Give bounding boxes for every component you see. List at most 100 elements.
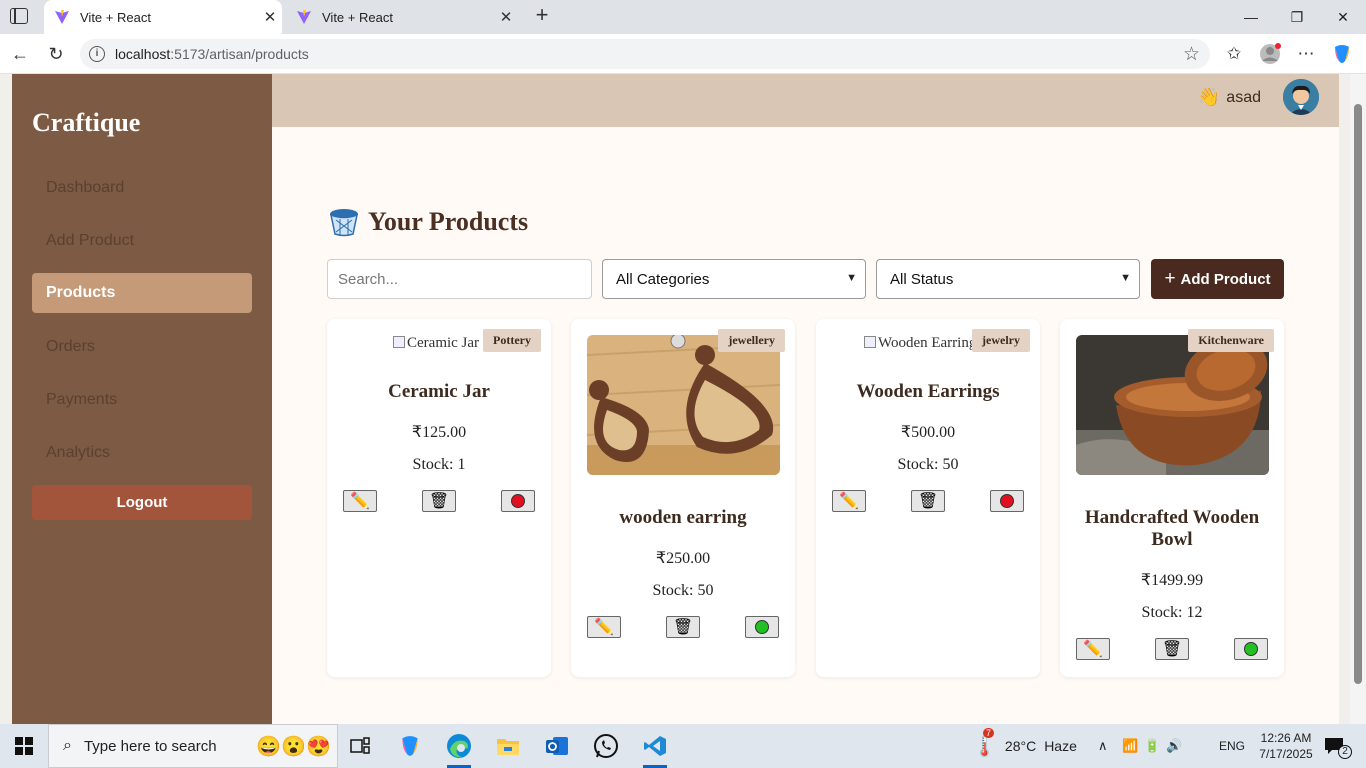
- product-name: Wooden Earrings: [856, 381, 1000, 402]
- favorites-icon[interactable]: ✩: [1222, 42, 1246, 66]
- emoji-search-highlight-icon: 😄😮😍: [256, 735, 331, 758]
- category-badge: Pottery: [483, 329, 541, 352]
- category-badge: jewellery: [718, 329, 785, 352]
- whatsapp-icon[interactable]: [590, 730, 622, 762]
- restore-icon[interactable]: ❐: [1274, 0, 1320, 34]
- status-filter-select[interactable]: All Status ▼: [876, 259, 1140, 299]
- sidebar-item-dashboard[interactable]: Dashboard: [32, 168, 252, 208]
- sidebar-item-orders[interactable]: Orders: [32, 327, 252, 367]
- copilot-app-icon[interactable]: [394, 730, 426, 762]
- product-stock: Stock: 1: [412, 456, 466, 473]
- search-input[interactable]: [327, 259, 592, 299]
- file-explorer-icon[interactable]: [492, 730, 524, 762]
- sidebar: Craftique Dashboard Add Product Products…: [12, 74, 272, 724]
- product-image-earring: [587, 335, 780, 475]
- toggle-status-button[interactable]: [1234, 638, 1268, 660]
- vite-icon: [297, 10, 311, 24]
- site-info-icon[interactable]: i: [89, 46, 105, 62]
- product-card: Ceramic Jar Pottery Ceramic Jar ₹125.00 …: [327, 319, 551, 677]
- product-price: ₹250.00: [655, 550, 711, 567]
- show-hidden-icons[interactable]: ∧: [1098, 724, 1108, 768]
- reload-icon[interactable]: ↻: [44, 42, 68, 66]
- product-card: jewellery wooden earring ₹250.00 Stock: …: [571, 319, 795, 677]
- category-badge: jewelry: [972, 329, 1030, 352]
- toggle-status-button[interactable]: [990, 490, 1024, 512]
- trash-icon: 🗑: [428, 493, 450, 510]
- browser-tab-bar: Vite + React ✕ Vite + React ✕ + — ❐ ✕: [0, 0, 1366, 34]
- taskbar-search[interactable]: ⌕ Type here to search 😄😮😍: [48, 724, 338, 768]
- profile-icon[interactable]: [1258, 42, 1282, 66]
- status-red-icon: [511, 494, 525, 508]
- network-icon: 📶: [1122, 738, 1145, 753]
- new-tab-icon[interactable]: +: [530, 4, 554, 28]
- pencil-icon: ✏️: [594, 619, 614, 636]
- language-indicator[interactable]: ENG: [1219, 724, 1245, 768]
- status-green-icon: [1244, 642, 1258, 656]
- product-stock: Stock: 12: [1141, 604, 1203, 621]
- logout-button[interactable]: Logout: [32, 485, 252, 520]
- toggle-status-button[interactable]: [501, 490, 535, 512]
- browser-tab-2[interactable]: Vite + React ✕: [286, 0, 518, 34]
- vscode-icon[interactable]: [639, 730, 671, 768]
- task-view-icon[interactable]: [344, 730, 376, 762]
- chevron-down-icon: ▼: [846, 272, 857, 284]
- product-name: Handcrafted Wooden Bowl: [1084, 507, 1260, 550]
- notifications-icon[interactable]: 2: [1324, 724, 1358, 768]
- battery-icon: 🔋: [1144, 738, 1167, 753]
- status-green-icon: [755, 620, 769, 634]
- close-tab-icon[interactable]: ✕: [258, 8, 282, 26]
- more-options-icon[interactable]: ⋯: [1294, 42, 1318, 66]
- url-field[interactable]: i localhost:5173/artisan/products ☆: [80, 39, 1210, 69]
- pencil-icon: ✏️: [1083, 641, 1103, 658]
- category-filter-select[interactable]: All Categories ▼: [602, 259, 866, 299]
- system-tray-icons[interactable]: 📶 🔋 🔊: [1122, 724, 1189, 768]
- weather-widget[interactable]: 🌡️ 7 28°C Haze: [972, 724, 1077, 768]
- app-root: Craftique Dashboard Add Product Products…: [0, 74, 1350, 724]
- page-scrollbar[interactable]: [1350, 74, 1366, 724]
- scrollbar-thumb[interactable]: [1354, 104, 1362, 684]
- top-header: 👋 asad: [272, 74, 1339, 127]
- pencil-icon: ✏️: [839, 493, 859, 510]
- shopping-basket-icon: [329, 209, 359, 237]
- edge-browser-icon[interactable]: [443, 730, 475, 768]
- user-greeting: 👋 asad: [1198, 87, 1261, 108]
- back-icon[interactable]: ←: [8, 42, 32, 66]
- favorite-star-icon[interactable]: ☆: [1183, 43, 1200, 66]
- sidebar-item-payments[interactable]: Payments: [32, 380, 252, 420]
- product-price: ₹1499.99: [1140, 572, 1204, 589]
- browser-tab-1[interactable]: Vite + React ✕: [44, 0, 282, 34]
- edit-button[interactable]: ✏️: [1076, 638, 1110, 660]
- sidebar-item-products[interactable]: Products: [32, 273, 252, 313]
- tab-actions-icon[interactable]: [10, 8, 28, 24]
- page-title: Your Products: [328, 206, 528, 238]
- delete-button[interactable]: 🗑: [911, 490, 945, 512]
- product-card: Kitchenware Handcrafted Wooden Bowl ₹149…: [1060, 319, 1284, 677]
- outlook-icon[interactable]: [541, 730, 573, 762]
- tab-title: Vite + React: [80, 9, 151, 25]
- product-price: ₹125.00: [411, 424, 467, 441]
- wave-hand-icon: 👋: [1197, 87, 1221, 107]
- minimize-icon[interactable]: —: [1228, 0, 1274, 34]
- chevron-down-icon: ▼: [1120, 272, 1131, 284]
- delete-button[interactable]: 🗑: [666, 616, 700, 638]
- trash-icon: 🗑: [1161, 641, 1183, 658]
- delete-button[interactable]: 🗑: [422, 490, 456, 512]
- sidebar-item-analytics[interactable]: Analytics: [32, 433, 252, 473]
- add-product-button[interactable]: + Add Product: [1151, 259, 1284, 299]
- edit-button[interactable]: ✏️: [343, 490, 377, 512]
- product-stock: Stock: 50: [897, 456, 959, 473]
- toggle-status-button[interactable]: [745, 616, 779, 638]
- product-image-bowl: [1076, 335, 1269, 475]
- edit-button[interactable]: ✏️: [832, 490, 866, 512]
- close-tab-icon[interactable]: ✕: [494, 8, 518, 26]
- copilot-icon[interactable]: [1330, 42, 1354, 66]
- url-text: localhost:5173/artisan/products: [115, 46, 309, 62]
- delete-button[interactable]: 🗑: [1155, 638, 1189, 660]
- clock[interactable]: 12:26 AM 7/17/2025: [1256, 724, 1316, 768]
- edit-button[interactable]: ✏️: [587, 616, 621, 638]
- vite-icon: [55, 10, 69, 24]
- avatar[interactable]: [1283, 79, 1319, 115]
- close-window-icon[interactable]: ✕: [1320, 0, 1366, 34]
- sidebar-item-add-product[interactable]: Add Product: [32, 221, 252, 261]
- windows-start-icon[interactable]: [8, 730, 40, 762]
